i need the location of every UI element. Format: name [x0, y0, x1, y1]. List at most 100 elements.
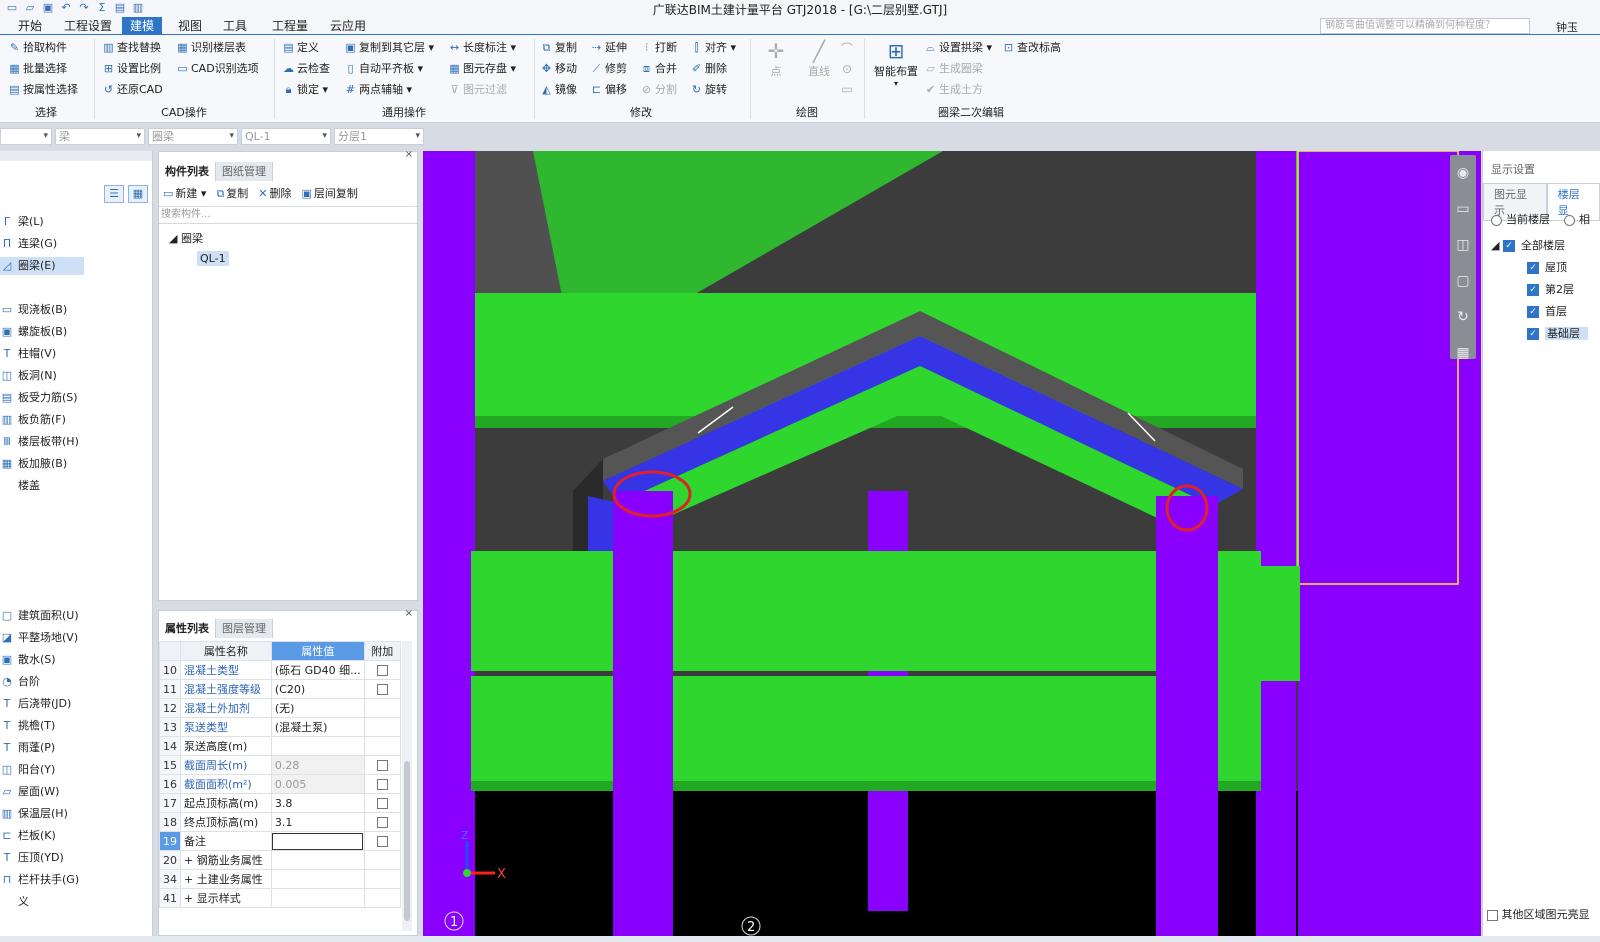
nav-item-8[interactable]: ▥ 板负筋(F)	[0, 411, 66, 429]
tree-item-ql1[interactable]: QL-1	[197, 251, 229, 266]
nav-item-12[interactable]: ▢ 建筑面积(U)	[0, 607, 79, 625]
checkbox-checked-icon[interactable]: ✓	[1527, 328, 1539, 340]
nav-item-7[interactable]: ▤ 板受力筋(S)	[0, 389, 78, 407]
property-value[interactable]	[270, 869, 365, 889]
nav-item-11[interactable]: 楼盖	[0, 477, 40, 495]
delete-component-button[interactable]: ✕ 删除	[258, 185, 291, 201]
highlight-other-area-option[interactable]: 其他区域图元亮显	[1487, 906, 1590, 922]
layer-selector[interactable]: 分层1	[334, 128, 424, 145]
property-value[interactable]	[270, 831, 365, 851]
floor-copy-button[interactable]: ▣ 层间复制	[302, 185, 358, 201]
restore-cad-button[interactable]: ↺ 还原CAD	[102, 81, 163, 99]
offset-button[interactable]: ⊏ 偏移	[590, 81, 627, 99]
property-value[interactable]	[270, 888, 365, 908]
mirror-button[interactable]: ◭ 镜像	[540, 81, 577, 99]
level-second-floor[interactable]: ✓ 第2层	[1527, 281, 1574, 297]
checkbox-icon[interactable]	[376, 798, 388, 809]
group-label-select[interactable]: 选择	[0, 105, 92, 121]
tab-property-list[interactable]: 属性列表	[159, 619, 216, 638]
copy-component-button[interactable]: ⧉ 复制	[216, 185, 248, 201]
checkbox-icon[interactable]	[376, 779, 388, 790]
group-label-draw[interactable]: 绘图	[752, 105, 862, 121]
property-row[interactable]: 15 截面周长(m) 0.28	[159, 755, 402, 775]
nav-item-23[interactable]: T 压顶(YD)	[0, 849, 64, 867]
checkbox-icon[interactable]	[376, 760, 388, 771]
2d-view-icon[interactable]: ▭	[1450, 191, 1476, 227]
tab-start[interactable]: 开始	[10, 17, 50, 35]
property-value[interactable]: (混凝土泵)	[270, 717, 365, 737]
checkbox-icon[interactable]	[376, 684, 388, 695]
property-row[interactable]: 18 终点顶标高(m) 3.1	[159, 812, 402, 832]
nav-item-1[interactable]: Π 连梁(G)	[0, 235, 57, 253]
property-row[interactable]: 14 泵送高度(m)	[159, 736, 402, 756]
box-view-icon[interactable]: ▢	[1450, 263, 1476, 299]
type-selector[interactable]: 圈梁	[148, 128, 238, 145]
floor-selector[interactable]	[0, 128, 52, 145]
help-search-input[interactable]: 钢筋弯曲值调整可以精确到何种程度？	[1320, 18, 1530, 34]
move-button[interactable]: ✥ 移动	[540, 60, 577, 78]
nav-item-17[interactable]: T 挑檐(T)	[0, 717, 56, 735]
nav-item-13[interactable]: ◪ 平整场地(V)	[0, 629, 78, 647]
tab-component-list[interactable]: 构件列表	[159, 162, 216, 181]
property-row[interactable]: 17 起点顶标高(m) 3.8	[159, 793, 402, 813]
rotate-button[interactable]: ↻ 旋转	[690, 81, 727, 99]
align-button[interactable]: ⫿ 对齐 ▾	[690, 39, 736, 57]
define-button[interactable]: ▤ 定义	[282, 39, 319, 57]
lock-button[interactable]: 🔒︎ 锁定 ▾	[282, 81, 328, 99]
property-row[interactable]: 16 截面面积(m²) 0.005	[159, 774, 402, 794]
batch-select-button[interactable]: ▦ 批量选择	[8, 60, 67, 78]
set-scale-button[interactable]: ⊞ 设置比例	[102, 60, 161, 78]
tab-quantity[interactable]: 工程量	[264, 17, 316, 35]
pick-component-button[interactable]: ✎ 拾取构件	[8, 39, 67, 57]
draw-point-button[interactable]: ✛ 点	[764, 39, 788, 79]
3d-cube-icon[interactable]: ◫	[1450, 227, 1476, 263]
auto-align-slab-button[interactable]: ▯ 自动平齐板 ▾	[344, 60, 423, 78]
radio-adjacent-floor[interactable]: 相	[1564, 211, 1590, 227]
category-selector[interactable]: 梁	[55, 128, 145, 145]
length-dimension-button[interactable]: ↔ 长度标注 ▾	[448, 39, 516, 57]
group-label-common[interactable]: 通用操作	[276, 105, 532, 121]
property-row[interactable]: 13 泵送类型 (混凝土泵)	[159, 717, 402, 737]
level-all-floors[interactable]: ◢ ✓ 全部楼层	[1491, 237, 1565, 253]
property-value[interactable]: (砾石 GD40 细...	[270, 660, 365, 680]
nav-item-24[interactable]: ⊓ 栏杆扶手(G)	[0, 871, 79, 889]
nav-item-9[interactable]: Ⅲ 楼层板带(H)	[0, 433, 79, 451]
component-selector[interactable]: QL-1	[241, 128, 331, 145]
merge-button[interactable]: ⧈ 合并	[640, 60, 677, 78]
cad-options-button[interactable]: ▭ CAD识别选项	[176, 60, 258, 78]
checkbox-icon[interactable]	[376, 836, 388, 847]
component-search-input[interactable]: 搜索构件...	[159, 206, 417, 224]
close-icon[interactable]: ×	[405, 608, 413, 619]
nav-item-10[interactable]: ▦ 板加腋(B)	[0, 455, 67, 473]
checkbox-checked-icon[interactable]: ✓	[1527, 262, 1539, 274]
property-value[interactable]: 3.1	[270, 812, 365, 832]
generate-earthwork-button[interactable]: ✔ 生成土方	[924, 81, 983, 99]
property-value[interactable]	[270, 850, 365, 870]
tab-project-settings[interactable]: 工程设置	[56, 17, 120, 35]
nav-item-3[interactable]: ▭ 现浇板(B)	[0, 301, 67, 319]
draw-line-button[interactable]: ╱ 直线	[804, 39, 834, 79]
list-view-icon[interactable]: ☰	[104, 185, 124, 203]
find-replace-button[interactable]: ▥ 查找替换	[102, 39, 161, 57]
save-element-button[interactable]: ▦ 图元存盘 ▾	[448, 60, 516, 78]
break-button[interactable]: ⫶ 打断	[640, 39, 677, 57]
element-filter-button[interactable]: ⊽ 图元过滤	[448, 81, 507, 99]
user-name[interactable]: 钟玉	[1556, 19, 1578, 35]
grid-view-icon[interactable]: ▦	[128, 185, 148, 203]
group-label-modify[interactable]: 修改	[536, 105, 746, 121]
checkbox-icon[interactable]	[376, 817, 388, 828]
radio-current-floor[interactable]: 当前楼层	[1491, 211, 1550, 227]
close-icon[interactable]: ×	[405, 149, 413, 160]
tab-drawing-management[interactable]: 图纸管理	[216, 162, 273, 181]
trim-button[interactable]: ⟋ 修剪	[590, 60, 627, 78]
tab-layer-management[interactable]: 图层管理	[216, 619, 273, 638]
nav-item-5[interactable]: T 柱帽(V)	[0, 345, 56, 363]
new-component-button[interactable]: ▭ 新建 ▾	[163, 185, 206, 201]
nav-item-19[interactable]: ◫ 阳台(Y)	[0, 761, 56, 779]
property-value[interactable]: (C20)	[270, 679, 365, 699]
property-row[interactable]: 11 混凝土强度等级 (C20)	[159, 679, 402, 699]
draw-shapes-button[interactable]: ⌒ ⊙ ▭	[840, 39, 854, 99]
nav-item-6[interactable]: ◫ 板洞(N)	[0, 367, 57, 385]
nav-item-15[interactable]: ◔ 台阶	[0, 673, 40, 691]
property-row[interactable]: 20 + 钢筋业务属性	[159, 850, 402, 870]
